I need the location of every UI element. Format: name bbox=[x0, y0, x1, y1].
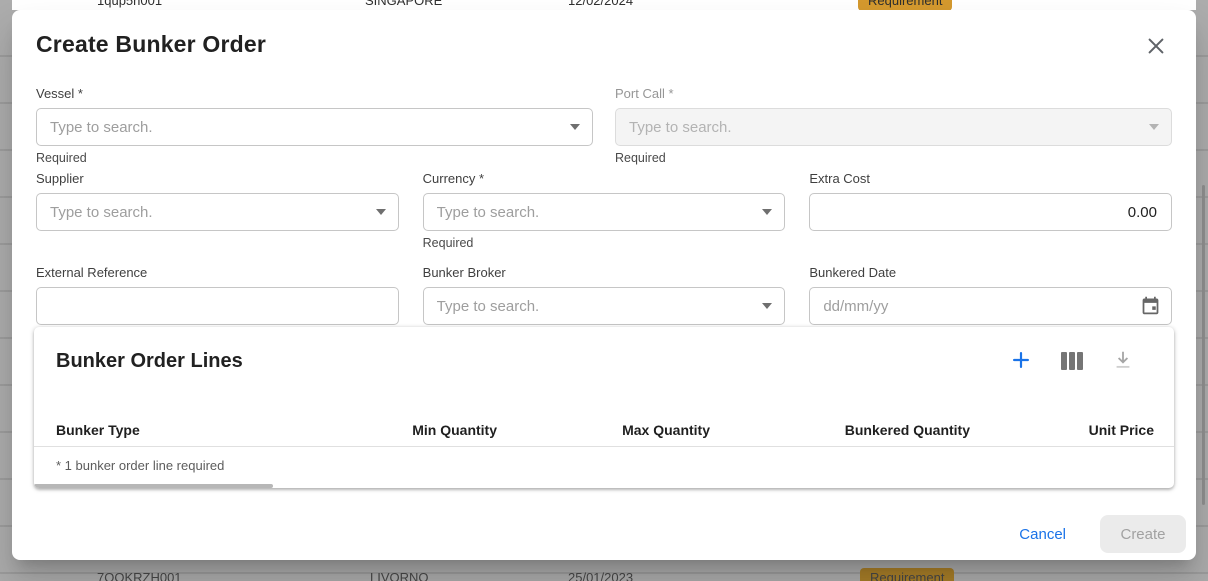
close-icon bbox=[1145, 35, 1167, 60]
chevron-down-icon bbox=[1149, 124, 1159, 130]
external-reference-input[interactable] bbox=[36, 287, 399, 325]
columns-icon bbox=[1061, 352, 1083, 370]
cancel-button[interactable]: Cancel bbox=[1011, 520, 1074, 549]
row-reference: 1qup5n001 bbox=[97, 0, 162, 10]
status-badge: Requirement bbox=[858, 0, 952, 10]
column-header-min-quantity: Min Quantity bbox=[356, 422, 497, 438]
port-call-input bbox=[615, 108, 1172, 146]
currency-input[interactable] bbox=[423, 193, 786, 231]
row-port: SINGAPORE bbox=[365, 0, 442, 10]
row-port: LIVORNO bbox=[370, 568, 429, 581]
vessel-label: Vessel * bbox=[36, 86, 593, 101]
row-date: 12/02/2024 bbox=[568, 0, 633, 10]
lines-table-header: Bunker Type Min Quantity Max Quantity Bu… bbox=[34, 414, 1174, 447]
close-button[interactable] bbox=[1142, 33, 1170, 61]
row-date: 25/01/2023 bbox=[568, 568, 633, 581]
status-badge: Requirement bbox=[860, 568, 954, 581]
vessel-helper: Required bbox=[36, 151, 593, 165]
bunker-broker-label: Bunker Broker bbox=[423, 265, 786, 280]
lines-required-hint: * 1 bunker order line required bbox=[56, 458, 224, 473]
calendar-icon bbox=[1140, 295, 1161, 319]
background-table-row: 7QQKRZH001 LIVORNO 25/01/2023 Requiremen… bbox=[12, 560, 1196, 581]
chevron-down-icon[interactable] bbox=[376, 209, 386, 215]
supplier-input[interactable] bbox=[36, 193, 399, 231]
add-line-button[interactable] bbox=[1008, 348, 1034, 374]
column-header-bunker-type: Bunker Type bbox=[56, 422, 356, 438]
port-call-helper: Required bbox=[615, 151, 1172, 165]
column-header-unit-price: Unit Price bbox=[970, 422, 1154, 438]
lines-empty-row: * 1 bunker order line required bbox=[34, 448, 1174, 482]
calendar-picker-button[interactable] bbox=[1138, 294, 1164, 320]
column-header-max-quantity: Max Quantity bbox=[497, 422, 710, 438]
vessel-field: Vessel * Required bbox=[36, 86, 593, 165]
bunker-order-lines-section: Bunker Order Lines bbox=[34, 327, 1174, 488]
external-reference-label: External Reference bbox=[36, 265, 399, 280]
vessel-input[interactable] bbox=[36, 108, 593, 146]
currency-helper: Required bbox=[423, 236, 786, 250]
chevron-down-icon[interactable] bbox=[570, 124, 580, 130]
chevron-down-icon[interactable] bbox=[762, 209, 772, 215]
bunker-broker-field: Bunker Broker bbox=[423, 265, 786, 325]
horizontal-scrollbar[interactable] bbox=[34, 484, 273, 488]
lines-section-title: Bunker Order Lines bbox=[56, 350, 243, 373]
bunker-broker-input[interactable] bbox=[423, 287, 786, 325]
external-reference-field: External Reference bbox=[36, 265, 399, 325]
background-table-row: 1qup5n001 SINGAPORE 12/02/2024 Requireme… bbox=[12, 0, 1196, 10]
currency-label: Currency * bbox=[423, 171, 786, 186]
supplier-label: Supplier bbox=[36, 171, 399, 186]
create-button: Create bbox=[1100, 515, 1186, 553]
row-reference: 7QQKRZH001 bbox=[97, 568, 182, 581]
background-scrollbar bbox=[1202, 185, 1205, 505]
port-call-field: Port Call * Required bbox=[615, 86, 1172, 165]
create-bunker-order-dialog: Create Bunker Order Vessel * Required bbox=[12, 10, 1196, 560]
dialog-actions: Cancel Create bbox=[12, 515, 1186, 553]
column-settings-button[interactable] bbox=[1059, 348, 1085, 374]
export-button bbox=[1110, 348, 1136, 374]
column-header-bunkered-quantity: Bunkered Quantity bbox=[710, 422, 970, 438]
bunkered-date-field: Bunkered Date bbox=[809, 265, 1172, 325]
port-call-label: Port Call * bbox=[615, 86, 1172, 101]
screen: 1qup5n001 SINGAPORE 12/02/2024 Requireme… bbox=[0, 0, 1208, 581]
currency-field: Currency * Required bbox=[423, 171, 786, 250]
extra-cost-label: Extra Cost bbox=[809, 171, 1172, 186]
extra-cost-input[interactable] bbox=[809, 193, 1172, 231]
chevron-down-icon[interactable] bbox=[762, 303, 772, 309]
supplier-field: Supplier bbox=[36, 171, 399, 250]
download-icon bbox=[1112, 349, 1134, 374]
bunkered-date-label: Bunkered Date bbox=[809, 265, 1172, 280]
dialog-title: Create Bunker Order bbox=[36, 31, 266, 58]
extra-cost-field: Extra Cost bbox=[809, 171, 1172, 250]
bunkered-date-input[interactable] bbox=[809, 287, 1172, 325]
plus-icon bbox=[1010, 349, 1032, 374]
